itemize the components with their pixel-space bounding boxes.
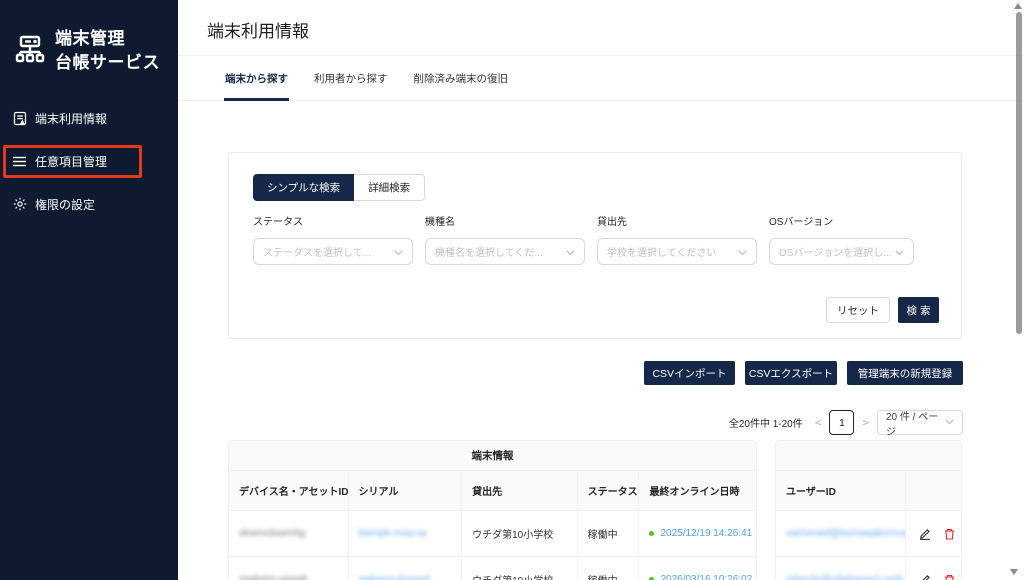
user-table-header-row: ユーザーID	[776, 471, 961, 511]
gear-icon	[12, 197, 27, 211]
prev-page-icon[interactable]: <	[815, 416, 822, 429]
serial-cell[interactable]: bwmpk-mxq-xa	[349, 511, 463, 556]
sidebar-item-label: 権限の設定	[35, 196, 95, 213]
col-serial: シリアル	[349, 471, 463, 510]
pagination-summary: 全20件中 1-20件	[729, 415, 803, 430]
delete-icon[interactable]	[944, 574, 955, 580]
device-table: 端末情報 デバイス名・アセットID シリアル 貸出先 ステータス 最終オンライン…	[228, 440, 757, 580]
lend-to-cell: ウチダ第10小学校	[462, 557, 578, 580]
pagination: 全20件中 1-20件 < 1 > 20 件 / ページ	[729, 410, 963, 435]
edit-icon[interactable]	[919, 574, 931, 580]
user-table: ユーザーID xwmxnwd@bxmwqabxmvqwx	[775, 440, 962, 580]
model-field: 機種名 機種名を選択してくだ...	[425, 213, 585, 265]
chevron-down-icon	[945, 417, 954, 428]
device-name-cell: xkwmrdxwmhg	[229, 511, 349, 556]
lend-to-cell: ウチダ第10小学校	[462, 511, 578, 556]
row-actions	[906, 557, 961, 580]
menu-lines-icon	[12, 156, 27, 167]
serial-cell[interactable]: xwkqxm-bmwxd	[349, 557, 463, 580]
delete-icon[interactable]	[944, 528, 955, 540]
current-page-button[interactable]: 1	[829, 410, 854, 435]
col-user-id: ユーザーID	[776, 471, 906, 510]
user-id-cell[interactable]: mbxv3x@cdwbqvqx1-xmb	[776, 557, 906, 580]
online-dot	[649, 531, 654, 536]
chevron-down-icon	[566, 243, 575, 261]
tab-bar: 端末から探す 利用者から探す 削除済み端末の復旧	[178, 56, 1024, 101]
page-title: 端末利用情報	[207, 17, 309, 42]
sidebar-item-label: 任意項目管理	[35, 153, 107, 170]
status-select[interactable]: ステータスを選択して...	[253, 238, 413, 265]
os-version-select[interactable]: OSバージョンを選択し...	[769, 238, 914, 265]
search-button[interactable]: 検 索	[898, 297, 939, 323]
scroll-up-icon[interactable]	[1014, 3, 1022, 9]
last-online-cell: 2025/12/19 14:26:41	[639, 511, 756, 556]
table-row: mwbxtm-xqxwk xwkqxm-bmwxd ウチダ第10小学校 稼働中 …	[229, 557, 756, 580]
advanced-search-toggle[interactable]: 詳細検索	[354, 174, 425, 201]
status-field: ステータス ステータスを選択して...	[253, 213, 413, 265]
next-page-icon[interactable]: >	[862, 416, 869, 429]
table-row: mbxv3x@cdwbqvqx1-xmb	[776, 557, 961, 580]
main-content: 端末利用情報 端末から探す 利用者から探す 削除済み端末の復旧 シンプルな検索 …	[178, 0, 1024, 580]
col-status: ステータス	[578, 471, 640, 510]
simple-search-toggle[interactable]: シンプルな検索	[253, 174, 354, 201]
reset-button[interactable]: リセット	[826, 297, 890, 323]
status-cell: 稼働中	[578, 511, 640, 556]
csv-export-button[interactable]: CSVエクスポート	[745, 361, 837, 385]
model-label: 機種名	[425, 213, 585, 228]
csv-import-button[interactable]: CSVインポート	[644, 361, 735, 385]
scroll-down-icon[interactable]	[1010, 569, 1018, 575]
lend-to-label: 貸出先	[597, 213, 757, 228]
sitemap-icon	[14, 33, 46, 70]
scrollbar-thumb[interactable]	[1016, 12, 1022, 334]
os-version-label: OSバージョン	[769, 213, 914, 228]
last-online-link[interactable]: 2026/03/16 10:26:02	[660, 574, 752, 580]
sidebar-item-label: 端末利用情報	[35, 110, 107, 127]
tab-restore-deleted[interactable]: 削除済み端末の復旧	[413, 56, 510, 100]
col-device-name: デバイス名・アセットID	[229, 471, 349, 510]
app-title: 端末管理 台帳サービス	[55, 27, 160, 75]
edit-icon[interactable]	[919, 528, 931, 540]
page-header: 端末利用情報	[178, 0, 1024, 56]
page-size-select[interactable]: 20 件 / ページ	[877, 410, 963, 435]
table-row: xkwmrdxwmhg bwmpk-mxq-xa ウチダ第10小学校 稼働中 2…	[229, 511, 756, 557]
model-select[interactable]: 機種名を選択してくだ...	[425, 238, 585, 265]
app-window: 端末管理 台帳サービス 端末利用情報 任意項目管理	[0, 0, 1024, 580]
chevron-down-icon	[895, 243, 904, 261]
status-label: ステータス	[253, 213, 413, 228]
sidebar-item-custom-fields[interactable]: 任意項目管理	[0, 146, 178, 176]
device-table-header-row: デバイス名・アセットID シリアル 貸出先 ステータス 最終オンライン日時	[229, 471, 756, 511]
sidebar-item-device-usage[interactable]: 端末利用情報	[0, 103, 178, 133]
tab-search-by-device[interactable]: 端末から探す	[224, 56, 289, 100]
scrollbar[interactable]	[1013, 0, 1024, 580]
tab-search-by-user[interactable]: 利用者から探す	[313, 56, 389, 100]
last-online-link[interactable]: 2025/12/19 14:26:41	[660, 528, 752, 539]
active-tab-ink-bar	[224, 98, 289, 101]
col-actions	[906, 471, 961, 510]
device-name-cell: mwbxtm-xqxwk	[229, 557, 349, 580]
chevron-down-icon	[394, 243, 403, 261]
app-logo: 端末管理 台帳サービス	[14, 27, 160, 75]
last-online-cell: 2026/03/16 10:26:02	[639, 557, 756, 580]
chevron-down-icon	[738, 243, 747, 261]
search-panel: シンプルな検索 詳細検索 ステータス ステータスを選択して... 機種名 機種名…	[228, 152, 962, 339]
sidebar-item-permissions[interactable]: 権限の設定	[0, 189, 178, 219]
status-cell: 稼働中	[578, 557, 640, 580]
register-device-button[interactable]: 管理端末の新規登録	[847, 361, 963, 385]
device-info-group-header: 端末情報	[229, 441, 756, 471]
sidebar: 端末管理 台帳サービス 端末利用情報 任意項目管理	[0, 0, 178, 580]
col-lend-to: 貸出先	[462, 471, 578, 510]
lend-to-select[interactable]: 学校を選択してください	[597, 238, 757, 265]
table-row: xwmxnwd@bxmwqabxmvqwx	[776, 511, 961, 557]
os-version-field: OSバージョン OSバージョンを選択し...	[769, 213, 914, 265]
user-id-cell[interactable]: xwmxnwd@bxmwqabxmvqwx	[776, 511, 906, 556]
row-actions	[906, 511, 961, 556]
lend-to-field: 貸出先 学校を選択してください	[597, 213, 757, 265]
search-mode-toggle: シンプルな検索 詳細検索	[253, 174, 425, 201]
user-group-header	[776, 441, 961, 471]
col-last-online: 最終オンライン日時	[639, 471, 756, 510]
ledger-icon	[12, 111, 27, 126]
